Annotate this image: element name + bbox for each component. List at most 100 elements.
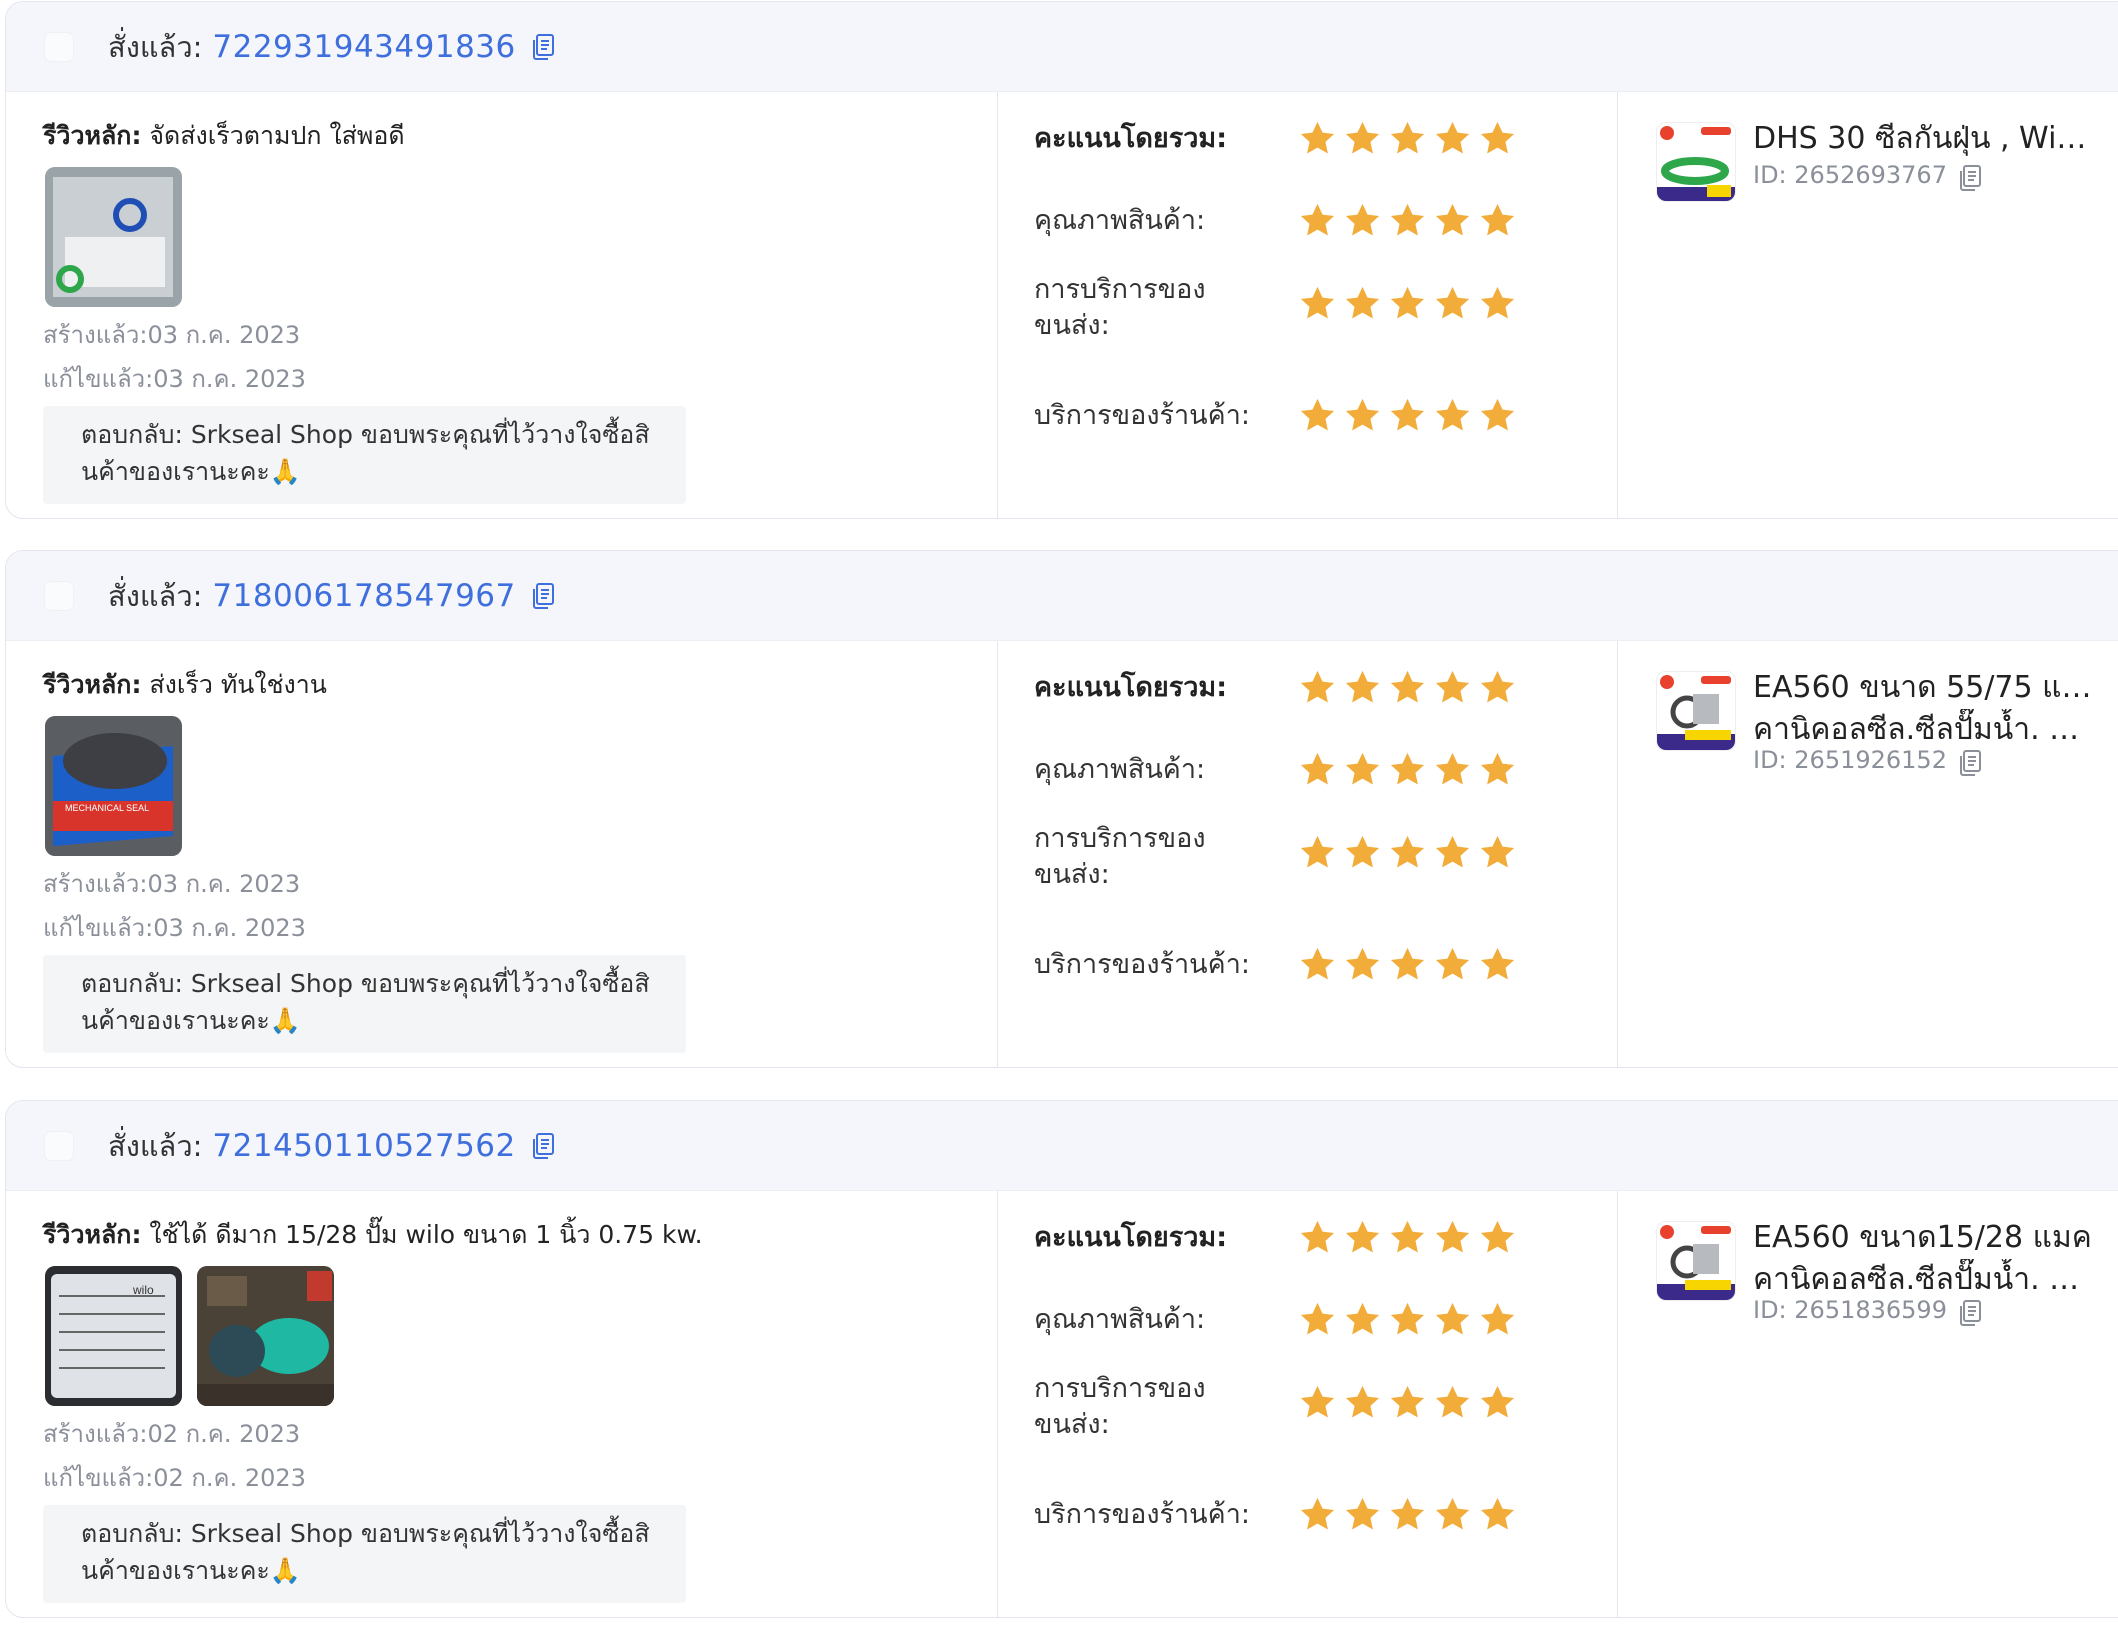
review-list: สั่งแล้ว: 722931943491836 รีวิวหลัก: จัด… <box>0 0 2118 1641</box>
review-photos: wilo <box>45 1266 997 1406</box>
review-photos <box>45 167 997 307</box>
created-date: สร้างแล้ว:02 ก.ค. 2023 <box>43 1420 301 1448</box>
main-review-label: รีวิวหลัก: <box>43 121 142 150</box>
review-card: สั่งแล้ว: 722931943491836 รีวิวหลัก: จัด… <box>5 1 2118 519</box>
rating-row-quality: คุณภาพสินค้า: <box>1034 752 1515 788</box>
copy-icon[interactable] <box>532 1132 556 1160</box>
star-rating-shop <box>1298 1495 1517 1534</box>
rating-row-shipping: การบริการของ ขนส่ง: <box>1034 1371 1515 1443</box>
star-rating-overall <box>1298 1218 1517 1257</box>
rating-label-overall: คะแนนโดยรวม: <box>1034 1222 1227 1253</box>
order-label: สั่งแล้ว: <box>108 578 203 613</box>
review-text: ใช้ได้ ดีมาก 15/28 ปั๊ม wilo ขนาด 1 นิ้ว… <box>149 1220 703 1249</box>
order-header: สั่งแล้ว: 722931943491836 <box>6 2 2118 92</box>
star-rating-overall <box>1298 668 1517 707</box>
edited-date: แก้ไขแล้ว:02 ก.ค. 2023 <box>43 1464 306 1492</box>
main-review: รีวิวหลัก: จัดส่งเร็วตามปก ใส่พอดี <box>43 118 997 154</box>
order-header: สั่งแล้ว: 718006178547967 <box>6 551 2118 641</box>
rating-row-quality: คุณภาพสินค้า: <box>1034 1302 1515 1338</box>
review-text: จัดส่งเร็วตามปก ใส่พอดี <box>149 121 405 150</box>
rating-row-overall: คะแนนโดยรวม: <box>1034 1220 1515 1256</box>
star-rating-shop <box>1298 945 1517 984</box>
rating-row-shop: บริการของร้านค้า: <box>1034 398 1515 434</box>
rating-row-overall: คะแนนโดยรวม: <box>1034 670 1515 706</box>
order-id-link[interactable]: 721450110527562 <box>212 1128 515 1164</box>
product-column: EA560 ขนาด15/28 แมค คานิคอลซีล.ซีลปั๊มน้… <box>1618 1191 2118 1617</box>
rating-label-quality: คุณภาพสินค้า: <box>1034 1304 1206 1335</box>
review-photo[interactable] <box>45 167 182 307</box>
order-label: สั่งแล้ว: <box>108 29 203 64</box>
review-photo[interactable]: wilo <box>45 1266 182 1406</box>
select-checkbox[interactable] <box>44 31 74 62</box>
select-checkbox[interactable] <box>44 580 74 611</box>
created-date: สร้างแล้ว:03 ก.ค. 2023 <box>43 321 301 349</box>
review-photo[interactable]: MECHANICAL SEAL <box>45 716 182 856</box>
rating-row-shipping: การบริการของ ขนส่ง: <box>1034 821 1515 893</box>
rating-label-overall: คะแนนโดยรวม: <box>1034 672 1227 703</box>
review-photo[interactable] <box>197 1266 334 1406</box>
rating-label-quality: คุณภาพสินค้า: <box>1034 754 1206 785</box>
seller-reply: ตอบกลับ: Srkseal Shop ขอบพระคุณที่ไว้วาง… <box>43 955 686 1053</box>
select-checkbox[interactable] <box>44 1130 74 1161</box>
review-card: สั่งแล้ว: 721450110527562 รีวิวหลัก: ใช้… <box>5 1100 2118 1618</box>
main-review-label: รีวิวหลัก: <box>43 670 142 699</box>
copy-id-icon[interactable] <box>1959 1299 1981 1326</box>
product-title-line1: DHS 30 ซีลกันฝุ่น , Wiper <box>1753 121 2098 156</box>
seller-reply: ตอบกลับ: Srkseal Shop ขอบพระคุณที่ไว้วาง… <box>43 1505 686 1603</box>
star-rating-quality <box>1298 1300 1517 1339</box>
ratings-column: คะแนนโดยรวม: คุณภาพสินค้า: การบริการของข… <box>998 92 1618 518</box>
edited-date: แก้ไขแล้ว:03 ก.ค. 2023 <box>43 365 306 393</box>
main-review: รีวิวหลัก: ใช้ได้ ดีมาก 15/28 ปั๊ม wilo … <box>43 1217 997 1253</box>
product-thumbnail[interactable] <box>1656 122 1736 202</box>
star-rating-shipping <box>1298 1383 1517 1422</box>
product-title-line1: EA560 ขนาด15/28 แมค <box>1753 1220 2092 1255</box>
rating-label-shipping: การบริการของ ขนส่ง: <box>1034 1373 1206 1440</box>
rating-row-quality: คุณภาพสินค้า: <box>1034 203 1515 239</box>
rating-label-shipping: การบริการของ ขนส่ง: <box>1034 823 1206 890</box>
main-review-label: รีวิวหลัก: <box>43 1220 142 1249</box>
edited-date: แก้ไขแล้ว:03 ก.ค. 2023 <box>43 914 306 942</box>
order-id-link[interactable]: 718006178547967 <box>212 578 515 614</box>
review-photos: MECHANICAL SEAL <box>45 716 997 856</box>
copy-icon[interactable] <box>532 582 556 610</box>
rating-row-shop: บริการของร้านค้า: <box>1034 947 1515 983</box>
review-card: สั่งแล้ว: 718006178547967 รีวิวหลัก: ส่ง… <box>5 550 2118 1068</box>
product-column: EA560 ขนาด 55/75 แมค คานิคอลซีล.ซีลปั๊มน… <box>1618 641 2118 1067</box>
star-rating-overall <box>1298 119 1517 158</box>
product-title[interactable]: DHS 30 ซีลกันฝุ่น , Wiper <box>1753 118 2098 160</box>
main-review: รีวิวหลัก: ส่งเร็ว ทันใช่งาน <box>43 667 997 703</box>
order-label: สั่งแล้ว: <box>108 1128 203 1163</box>
order-id-link[interactable]: 722931943491836 <box>212 29 515 65</box>
copy-icon[interactable] <box>532 33 556 61</box>
product-id: ID: 2652693767 <box>1753 160 2098 191</box>
product-thumbnail[interactable] <box>1656 1221 1736 1301</box>
rating-label-shipping: การบริการของ ขนส่ง: <box>1034 274 1206 341</box>
review-text: ส่งเร็ว ทันใช่งาน <box>149 670 327 699</box>
rating-row-shipping: การบริการของ ขนส่ง: <box>1034 272 1515 344</box>
star-rating-quality <box>1298 750 1517 789</box>
order-header: สั่งแล้ว: 721450110527562 <box>6 1101 2118 1191</box>
created-date: สร้างแล้ว:03 ก.ค. 2023 <box>43 870 301 898</box>
star-rating-quality <box>1298 201 1517 240</box>
rating-label-shop: บริการของร้านค้า: <box>1034 400 1250 431</box>
star-rating-shop <box>1298 396 1517 435</box>
review-column: รีวิวหลัก: ส่งเร็ว ทันใช่งาน MECHANICAL … <box>6 641 998 1067</box>
rating-label-overall: คะแนนโดยรวม: <box>1034 123 1227 154</box>
review-column: รีวิวหลัก: จัดส่งเร็วตามปก ใส่พอดี สร้าง… <box>6 92 998 518</box>
ratings-column: คะแนนโดยรวม: คุณภาพสินค้า: การบริการของข… <box>998 1191 1618 1617</box>
product-title[interactable]: EA560 ขนาด 55/75 แมค คานิคอลซีล.ซีลปั๊มน… <box>1753 667 2098 751</box>
rating-label-shop: บริการของร้านค้า: <box>1034 949 1250 980</box>
rating-row-shop: บริการของร้านค้า: <box>1034 1497 1515 1533</box>
review-column: รีวิวหลัก: ใช้ได้ ดีมาก 15/28 ปั๊ม wilo … <box>6 1191 998 1617</box>
star-rating-shipping <box>1298 833 1517 872</box>
product-title[interactable]: EA560 ขนาด15/28 แมค คานิคอลซีล.ซีลปั๊มน้… <box>1753 1217 2098 1301</box>
product-thumbnail[interactable] <box>1656 671 1736 751</box>
svg-text:wilo: wilo <box>132 1283 154 1297</box>
copy-id-icon[interactable] <box>1959 164 1981 191</box>
rating-row-overall: คะแนนโดยรวม: <box>1034 121 1515 157</box>
seller-reply: ตอบกลับ: Srkseal Shop ขอบพระคุณที่ไว้วาง… <box>43 406 686 504</box>
ratings-column: คะแนนโดยรวม: คุณภาพสินค้า: การบริการของข… <box>998 641 1618 1067</box>
copy-id-icon[interactable] <box>1959 749 1981 776</box>
star-rating-shipping <box>1298 284 1517 323</box>
rating-label-quality: คุณภาพสินค้า: <box>1034 205 1206 236</box>
